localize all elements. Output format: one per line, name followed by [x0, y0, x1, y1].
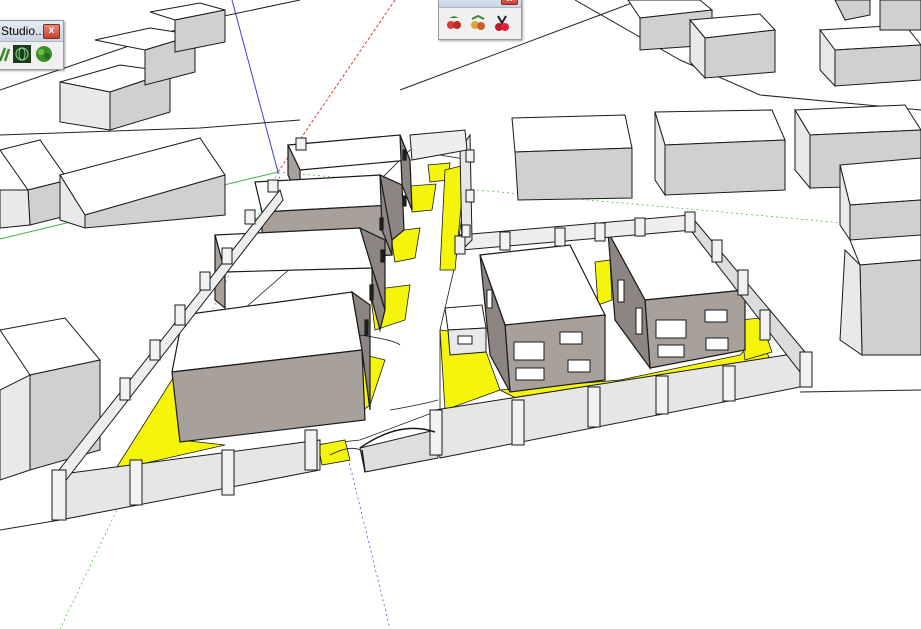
modeling-viewport[interactable]: [0, 0, 921, 629]
studio-palette-titlebar[interactable]: Studio... x: [0, 21, 63, 42]
sphere-wireframe-icon[interactable]: [13, 45, 31, 63]
studio-palette: Studio... x: [0, 20, 64, 70]
fruit-plant-icon[interactable]: [469, 14, 487, 32]
studio-palette-title: Studio...: [1, 24, 46, 38]
strawberry-plant-icon[interactable]: [445, 14, 463, 32]
gatehouse: [444, 304, 487, 356]
studio-palette-close-button[interactable]: x: [43, 24, 60, 39]
red-tool-icon[interactable]: [493, 14, 511, 32]
bush-icon[interactable]: [35, 45, 53, 63]
plant-palette: x: [438, 0, 522, 40]
plant-palette-close-button[interactable]: x: [501, 0, 518, 5]
plant-palette-titlebar[interactable]: x: [439, 0, 521, 8]
